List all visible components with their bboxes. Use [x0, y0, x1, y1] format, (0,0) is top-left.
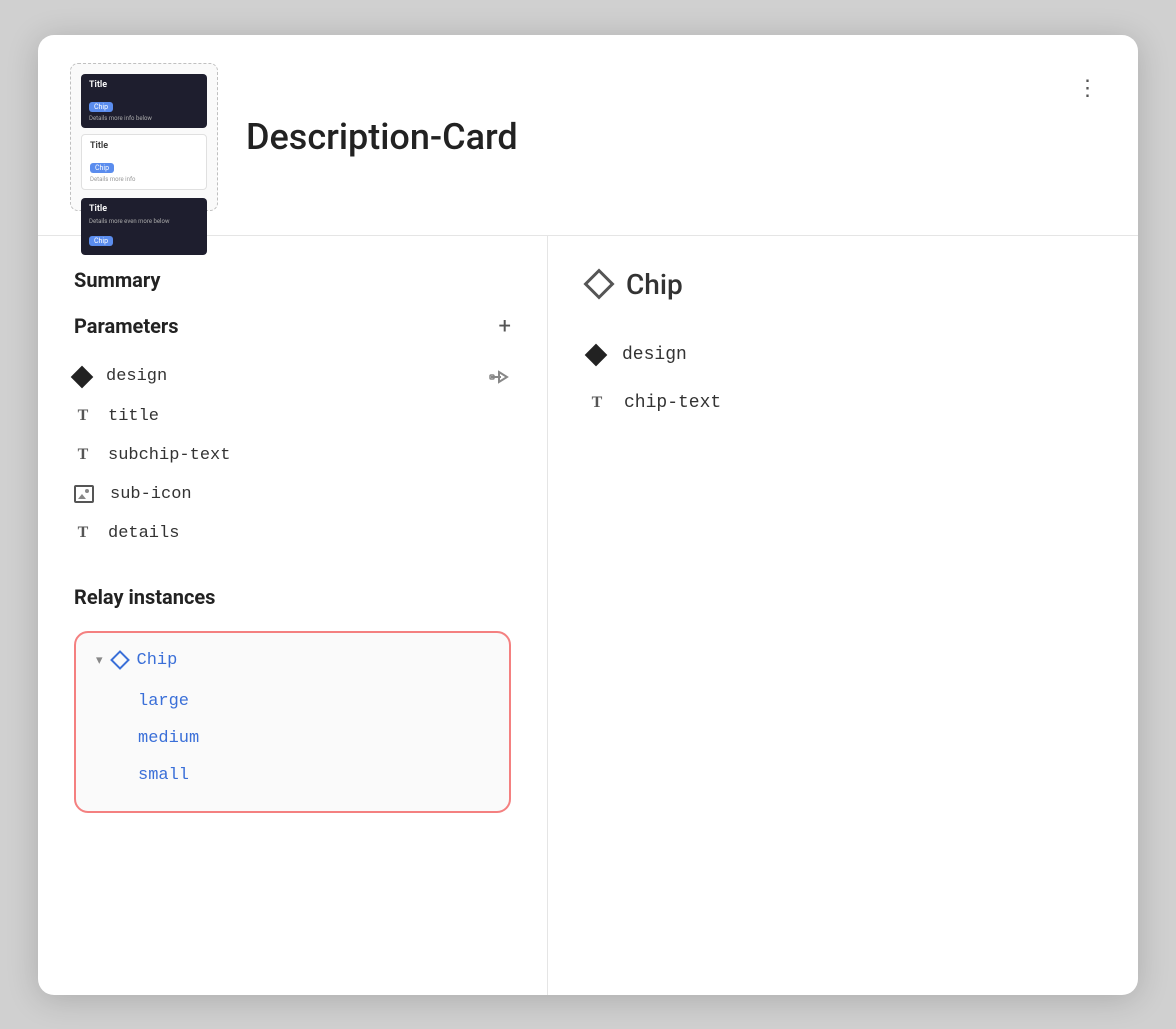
relay-item-large[interactable]: large — [138, 684, 489, 719]
main-card: Title Chip Details more info below Title… — [38, 35, 1138, 995]
relay-header[interactable]: ▾ Chip — [96, 651, 489, 670]
arrow-right-icon — [489, 367, 511, 387]
diamond-outline-icon — [583, 268, 614, 299]
t-icon: T — [74, 524, 92, 542]
right-panel: Chip design T chip-text — [548, 236, 1138, 995]
relay-item-small[interactable]: small — [138, 758, 489, 793]
param-details: T details — [74, 514, 511, 553]
left-panel: Summary Parameters + design — [38, 236, 548, 995]
t-icon: T — [588, 394, 606, 412]
header: Title Chip Details more info below Title… — [38, 35, 1138, 236]
right-param-list: design T chip-text — [588, 333, 1098, 425]
add-parameter-button[interactable]: + — [499, 314, 511, 339]
right-panel-title: Chip — [588, 268, 1098, 301]
param-sub-icon: sub-icon — [74, 475, 511, 514]
t-icon: T — [74, 407, 92, 425]
page-title: Description-Card — [246, 116, 1042, 158]
relay-chip-title: Chip — [137, 651, 178, 670]
chevron-down-icon: ▾ — [96, 653, 103, 668]
relay-instances-section: Relay instances ▾ Chip large medium smal… — [74, 585, 511, 813]
diamond-outline-icon — [110, 650, 130, 670]
diamond-filled-icon — [71, 365, 94, 388]
param-title: T title — [74, 397, 511, 436]
image-icon — [74, 485, 94, 503]
right-param-chip-text: T chip-text — [588, 381, 1098, 425]
parameters-section-title: Parameters + — [74, 314, 511, 339]
diamond-filled-icon — [585, 343, 608, 366]
t-icon: T — [74, 446, 92, 464]
param-design[interactable]: design — [74, 357, 511, 397]
more-options-button[interactable]: ⋮ — [1070, 71, 1106, 107]
relay-item-medium[interactable]: medium — [138, 721, 489, 756]
parameters-list: design T title — [74, 357, 511, 553]
component-thumbnail: Title Chip Details more info below Title… — [70, 63, 218, 211]
relay-box: ▾ Chip large medium small — [74, 631, 511, 813]
body: Summary Parameters + design — [38, 236, 1138, 995]
param-subchip-text: T subchip-text — [74, 436, 511, 475]
right-param-design: design — [588, 333, 1098, 377]
relay-instances-label: Relay instances — [74, 585, 511, 609]
relay-items-list: large medium small — [96, 684, 489, 793]
summary-section-title: Summary — [74, 268, 511, 292]
